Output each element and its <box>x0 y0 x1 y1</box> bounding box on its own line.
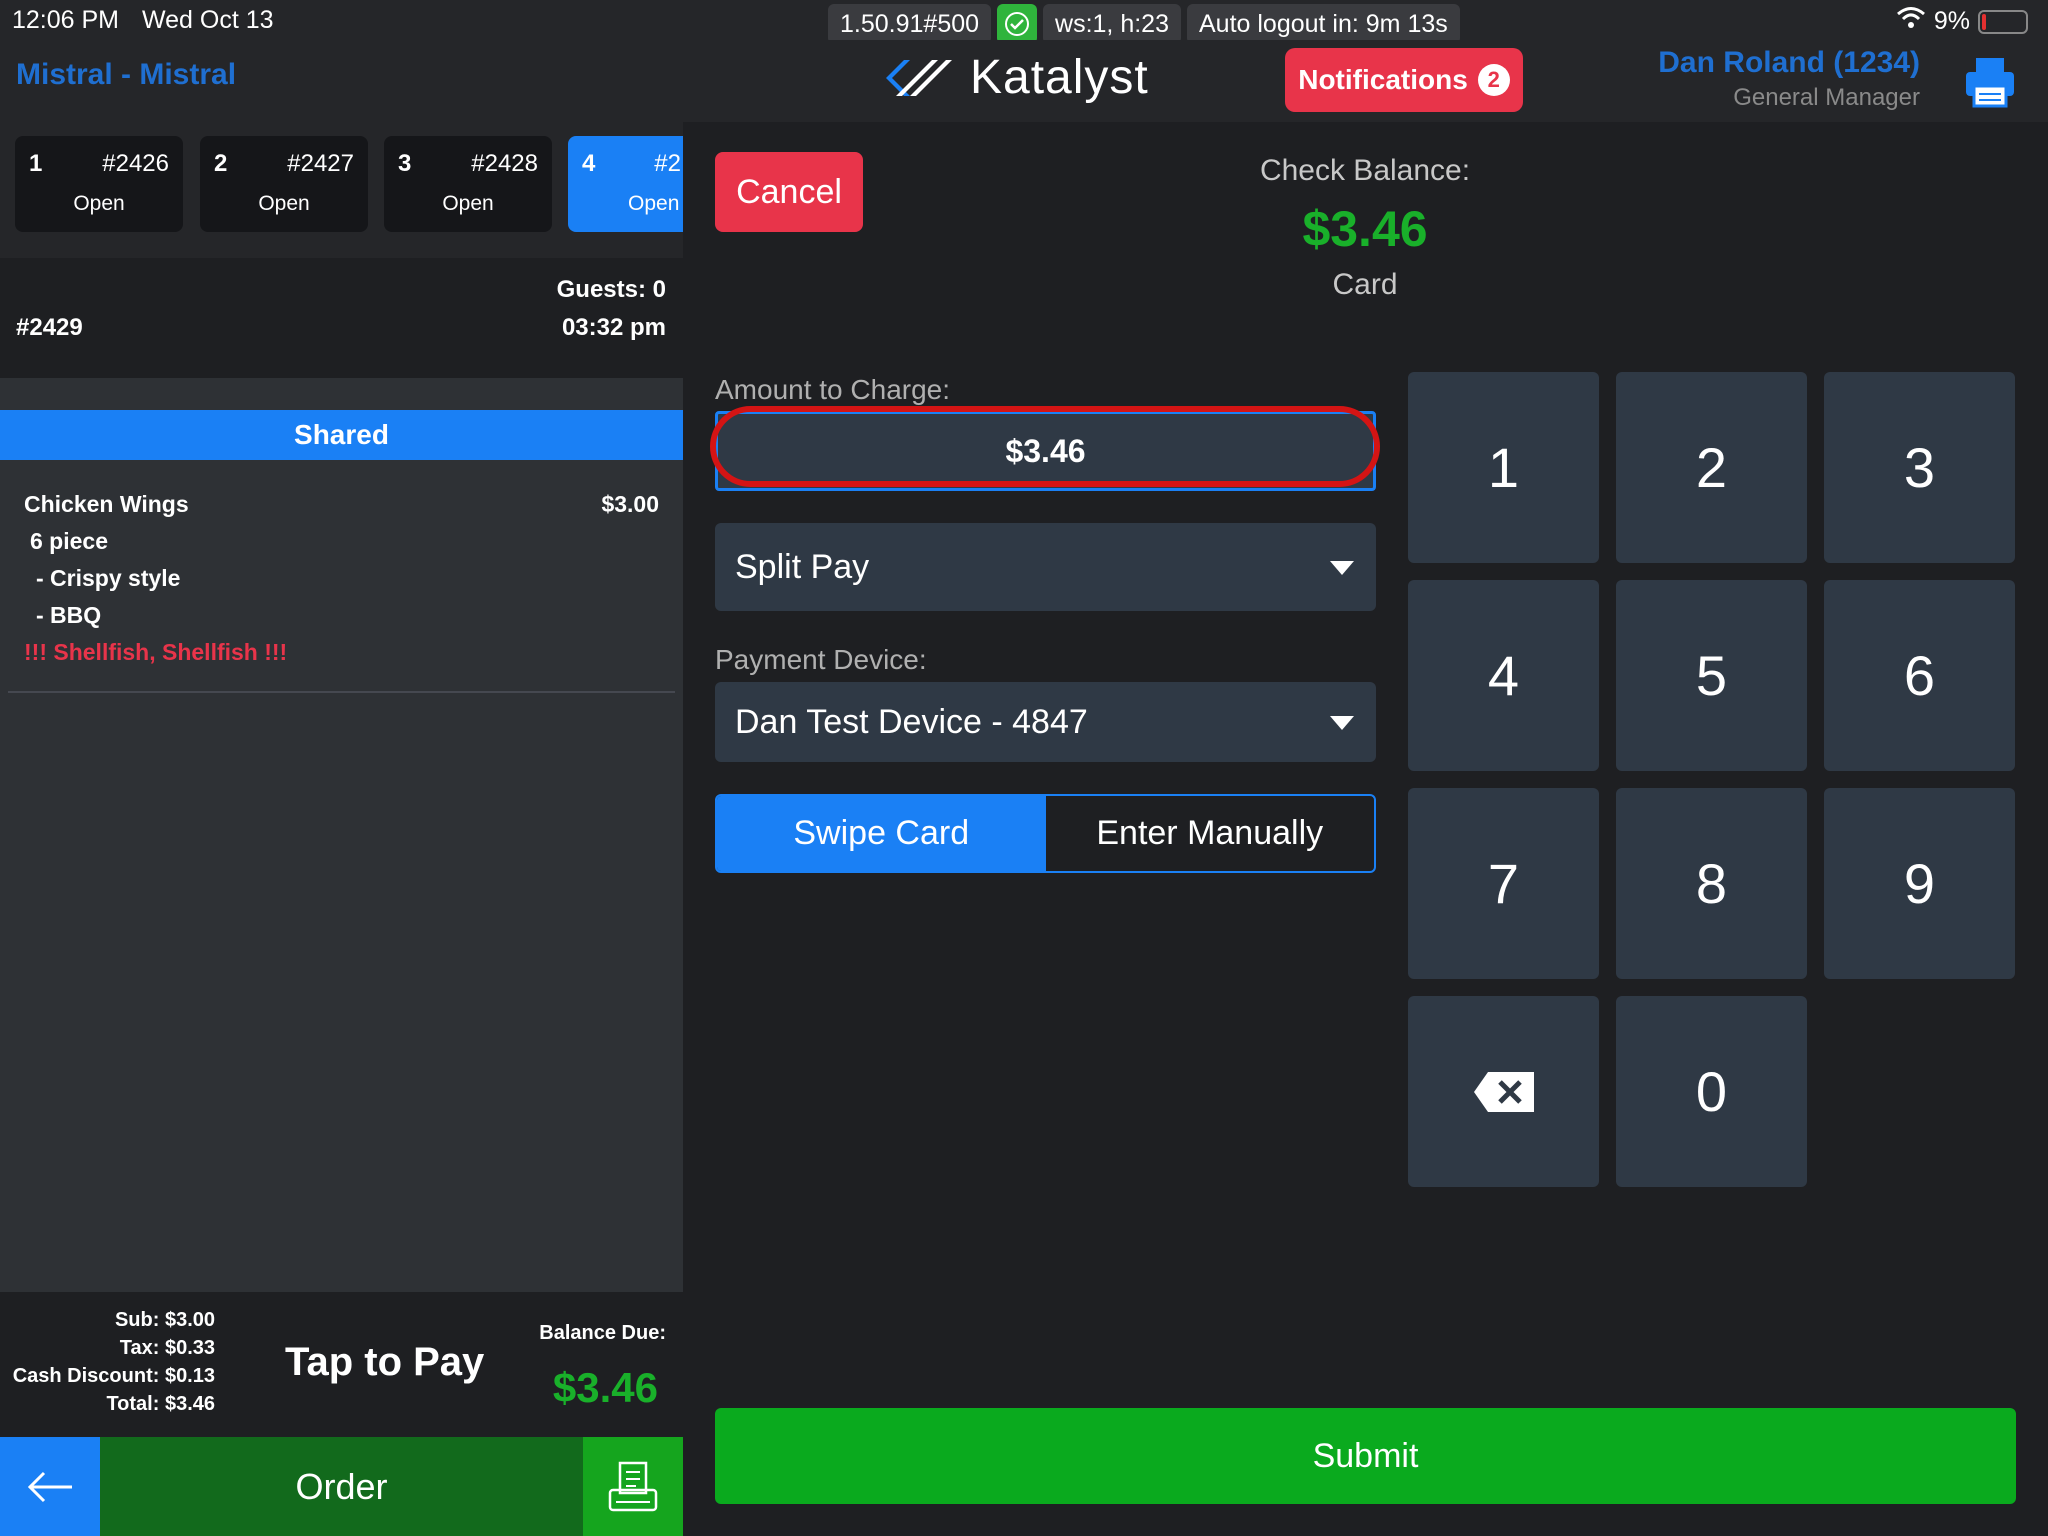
user-role: General Manager <box>1733 84 1920 111</box>
backspace-key[interactable] <box>1408 996 1599 1187</box>
key-9[interactable]: 9 <box>1824 788 2015 979</box>
check-tab-status: Open <box>73 192 125 215</box>
key-4[interactable]: 4 <box>1408 580 1599 771</box>
check-tab-id: #2426 <box>102 150 169 177</box>
check-tab-status: Open <box>628 192 680 215</box>
item-name: Chicken Wings <box>24 491 189 517</box>
user-name[interactable]: Dan Roland (1234) <box>1658 46 1920 80</box>
back-button[interactable] <box>0 1437 100 1536</box>
check-balance-label: Check Balance: <box>1259 154 1471 187</box>
order-item[interactable]: Chicken Wings $3.00 6 piece - Crispy sty… <box>24 486 659 671</box>
key-3[interactable]: 3 <box>1824 372 2015 563</box>
key-8[interactable]: 8 <box>1616 788 1807 979</box>
receipt-icon <box>608 1461 658 1511</box>
split-pay-value: Split Pay <box>735 547 870 586</box>
key-0[interactable]: 0 <box>1616 996 1807 1187</box>
status-time: 12:06 PM <box>12 6 120 34</box>
battery-percent: 9% <box>1933 7 1970 35</box>
check-tab-number: 1 <box>29 150 43 177</box>
check-tab-number: 4 <box>582 150 596 177</box>
payment-device-value: Dan Test Device - 4847 <box>735 702 1088 741</box>
location-name[interactable]: Mistral - Mistral <box>16 58 236 92</box>
order-button[interactable]: Order <box>100 1437 583 1536</box>
logo-text: Katalyst <box>970 51 1149 104</box>
item-price: $3.00 <box>601 491 659 517</box>
check-tab-1[interactable]: 1 #2426 Open <box>15 136 183 232</box>
enter-manually-button[interactable]: Enter Manually <box>1046 796 1375 871</box>
check-time: 03:32 pm <box>561 314 666 341</box>
version-badge: 1.50.91#500 <box>828 4 992 44</box>
key-2[interactable]: 2 <box>1616 372 1807 563</box>
totals-area: Sub: $3.00 Tax: $0.33 Cash Discount: $0.… <box>0 1292 683 1437</box>
seat-header-shared[interactable]: Shared <box>0 410 683 460</box>
split-pay-select[interactable]: Split Pay <box>715 523 1376 611</box>
check-tab-3[interactable]: 3 #2428 Open <box>384 136 552 232</box>
submit-button[interactable]: Submit <box>715 1408 2016 1504</box>
check-tab-id: #2428 <box>471 150 538 177</box>
item-divider <box>8 691 675 693</box>
key-5[interactable]: 5 <box>1616 580 1807 771</box>
tap-to-pay-button[interactable]: Tap to Pay <box>285 1340 484 1385</box>
status-date: Wed Oct 13 <box>142 6 274 34</box>
check-id: #2429 <box>16 314 83 341</box>
item-size: 6 piece <box>30 528 108 554</box>
check-tab-number: 3 <box>398 150 412 177</box>
connected-check-icon <box>997 4 1038 44</box>
guest-count[interactable]: Guests: 0 <box>557 276 666 304</box>
battery-icon <box>1978 9 2028 34</box>
app-logo: Katalyst <box>876 50 1149 105</box>
tax: Tax: $0.33 <box>119 1337 215 1359</box>
check-tab-id: #2427 <box>287 150 354 177</box>
check-balance-value: $3.46 <box>1302 201 1428 257</box>
key-1[interactable]: 1 <box>1408 372 1599 563</box>
device-label: Payment Device: <box>715 644 927 675</box>
status-badges: 1.50.91#500 ws:1, h:23 Auto logout in: 9… <box>828 4 1460 44</box>
card-entry-toggle: Swipe Card Enter Manually <box>715 794 1376 873</box>
check-tab-status: Open <box>258 192 310 215</box>
cash-discount: Cash Discount: $0.13 <box>12 1365 215 1387</box>
workstation-badge: ws:1, h:23 <box>1043 4 1181 44</box>
check-tab-4[interactable]: 4 #2 Open <box>568 136 683 232</box>
order-panel: 1 #2426 Open 2 #2427 Open 3 #2428 Open 4… <box>0 122 683 1536</box>
notifications-count-badge: 2 <box>1477 64 1510 96</box>
check-tab-2[interactable]: 2 #2427 Open <box>200 136 368 232</box>
amount-label: Amount to Charge: <box>715 374 951 405</box>
status-right: 9% <box>1896 6 2028 37</box>
chevron-down-icon <box>1330 716 1354 730</box>
notifications-label: Notifications <box>1298 64 1468 95</box>
katalyst-logo-icon <box>886 59 952 96</box>
status-bar: 12:06 PM Wed Oct 13 1.50.91#500 ws:1, h:… <box>0 0 2048 44</box>
check-tab-status: Open <box>442 192 494 215</box>
app-header: Mistral - Mistral Katalyst Notifications… <box>0 40 2048 122</box>
key-7[interactable]: 7 <box>1408 788 1599 979</box>
amount-input[interactable]: $3.46 <box>715 411 1376 491</box>
key-6[interactable]: 6 <box>1824 580 2015 771</box>
wifi-icon <box>1896 6 1926 37</box>
receipt-button[interactable] <box>583 1437 683 1536</box>
back-arrow-icon <box>27 1471 72 1502</box>
swipe-card-button[interactable]: Swipe Card <box>717 796 1046 871</box>
notifications-button[interactable]: Notifications 2 <box>1285 48 1523 112</box>
cancel-button[interactable]: Cancel <box>715 152 863 232</box>
payment-type: Card <box>1332 268 1398 301</box>
check-tab-number: 2 <box>214 150 228 177</box>
balance-due-label: Balance Due: <box>539 1322 666 1344</box>
item-modifier: - BBQ <box>36 602 102 628</box>
item-allergy-warning: !!! Shellfish, Shellfish !!! <box>24 639 288 665</box>
check-tabs: 1 #2426 Open 2 #2427 Open 3 #2428 Open 4… <box>0 122 683 258</box>
bottom-bar: Order <box>0 1437 683 1536</box>
subtotal: Sub: $3.00 <box>114 1309 215 1331</box>
auto-logout-badge: Auto logout in: 9m 13s <box>1186 4 1460 44</box>
check-info: Guests: 0 03:32 pm #2429 <box>0 258 683 378</box>
total: Total: $3.46 <box>106 1393 215 1415</box>
printer-icon[interactable] <box>1962 54 2018 110</box>
totals-breakdown: Sub: $3.00 Tax: $0.33 Cash Discount: $0.… <box>13 1306 215 1418</box>
chevron-down-icon <box>1330 561 1354 575</box>
balance-due-value: $3.46 <box>552 1364 658 1411</box>
payment-device-select[interactable]: Dan Test Device - 4847 <box>715 682 1376 762</box>
item-modifier: - Crispy style <box>36 565 181 591</box>
backspace-icon <box>1473 1071 1534 1112</box>
check-tab-id: #2 <box>654 150 681 177</box>
